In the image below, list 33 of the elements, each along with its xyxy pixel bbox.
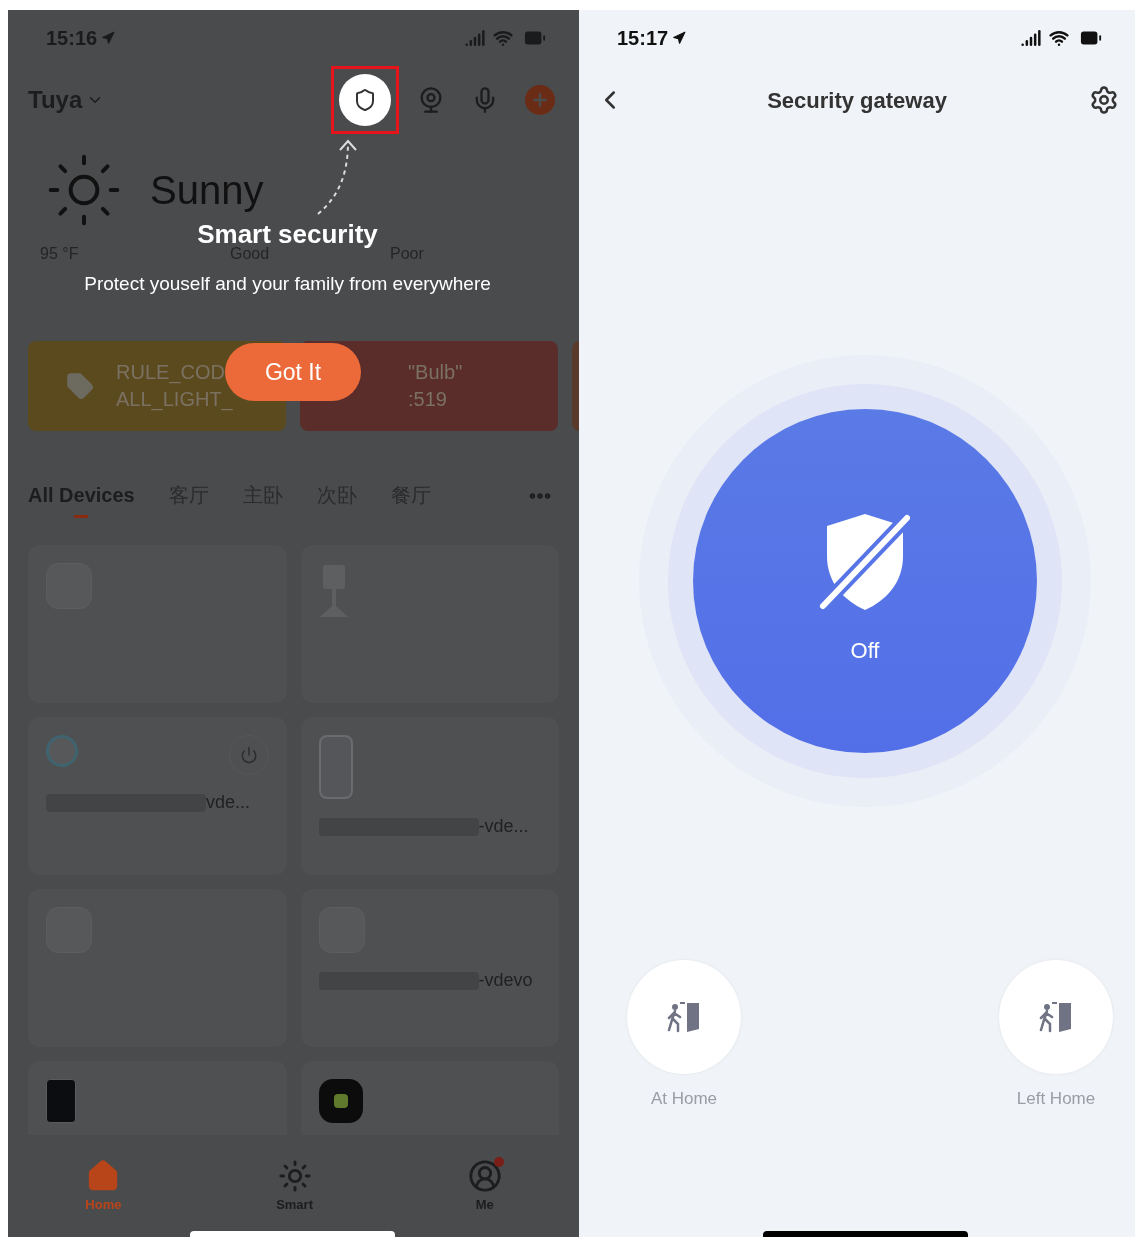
scene-name: "Bulb" [407, 360, 463, 385]
tooltip-title: Smart security [197, 220, 379, 248]
location-icon [101, 30, 116, 45]
sensor-device-icon [318, 1079, 363, 1123]
person-door-icon [666, 999, 702, 1035]
tag-icon [66, 372, 94, 400]
nav-tab[interactable]: Home [85, 1159, 122, 1215]
location-icon [672, 30, 687, 45]
status-time: 15:17 [617, 25, 669, 51]
arm-button[interactable]: Off [693, 409, 1037, 753]
profile-icon [467, 1159, 502, 1193]
plug-device-icon [46, 735, 78, 767]
keypad-device-icon [46, 1079, 76, 1123]
dismiss-tooltip[interactable]: Got It [225, 343, 361, 401]
weather-condition: Sunny [150, 167, 264, 214]
add-button[interactable] [525, 85, 555, 115]
screen-title: Security gateway [767, 86, 947, 115]
power-icon [239, 746, 258, 764]
signal-icon [465, 27, 485, 48]
security-button[interactable] [339, 74, 391, 126]
scene-name: RULE_COD [116, 360, 226, 386]
mode-label: At Home [650, 1088, 718, 1110]
settings-icon[interactable] [1089, 85, 1119, 115]
highlight-frame [331, 66, 399, 134]
mode-label: Left Home [1016, 1088, 1096, 1110]
sun-icon [277, 1159, 312, 1193]
tooltip-description: Protect youself and your family from everywhere [84, 272, 492, 296]
plus-icon [530, 90, 550, 110]
socket-device-icon [318, 735, 353, 799]
person-door-icon [1038, 999, 1074, 1035]
signal-icon [1021, 27, 1041, 48]
shield-icon [353, 88, 377, 112]
scene-name: :519 [407, 387, 448, 412]
